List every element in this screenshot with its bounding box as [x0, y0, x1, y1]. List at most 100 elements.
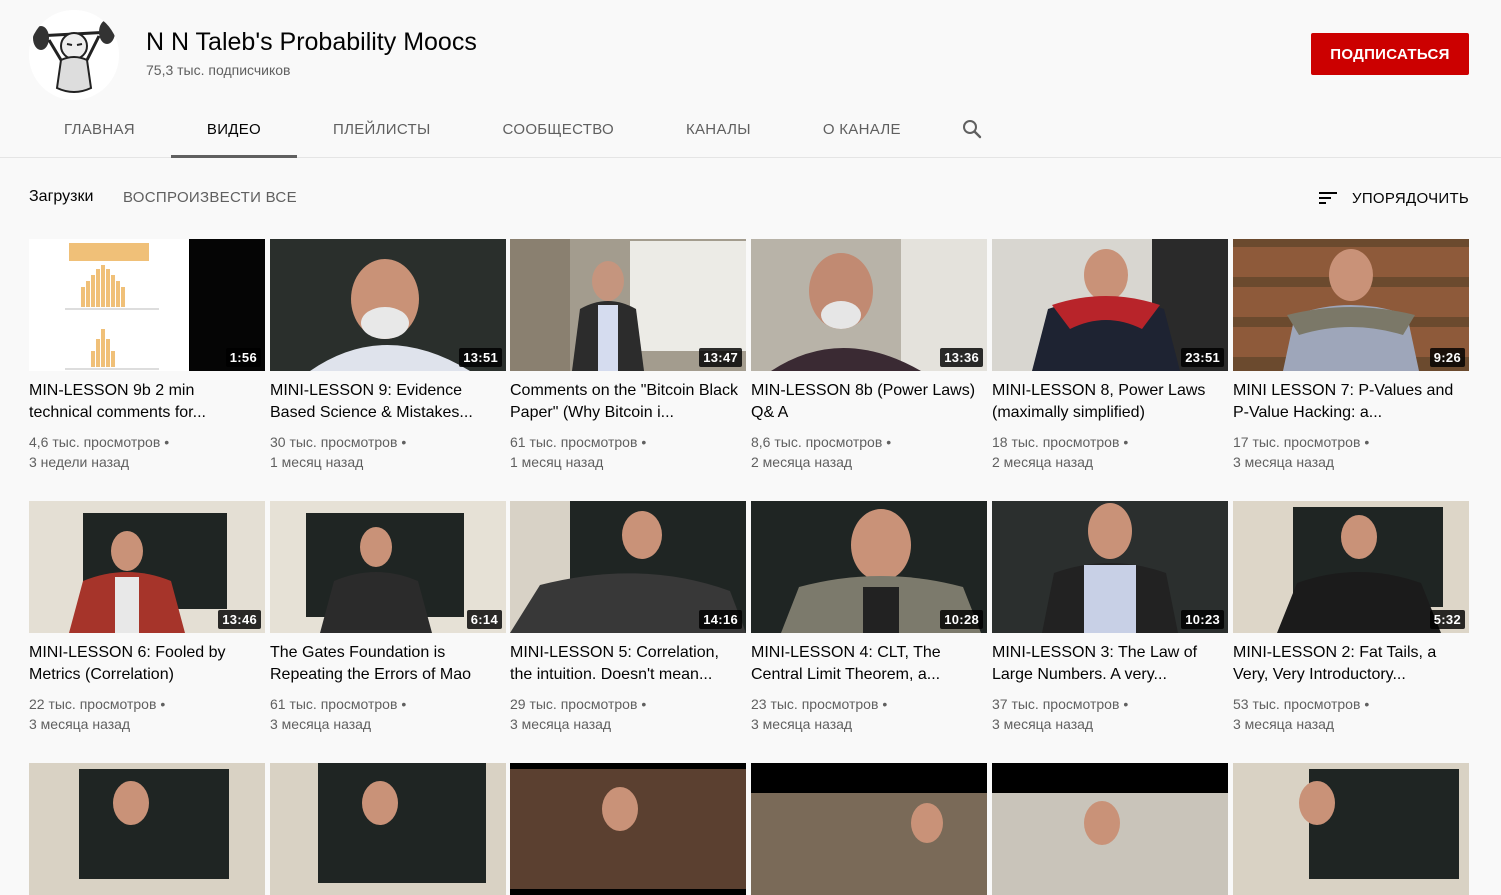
video-meta: 30 тыс. просмотров • 1 месяц назад — [270, 432, 506, 472]
separator-dot: • — [882, 696, 888, 712]
video-views: 8,6 тыс. просмотров — [751, 434, 883, 450]
channel-header: N N Taleb's Probability Moocs 75,3 тыс. … — [0, 0, 1501, 158]
video-card[interactable] — [992, 763, 1228, 895]
lecturer-room-thumbnail — [992, 763, 1228, 895]
video-title[interactable]: MIN-LESSON 8b (Power Laws) Q& A — [751, 380, 987, 424]
channel-title: N N Taleb's Probability Moocs — [146, 28, 477, 56]
video-card[interactable] — [510, 763, 746, 895]
sort-button[interactable]: УПОРЯДОЧИТЬ — [1316, 186, 1469, 210]
tab-videos[interactable]: ВИДЕО — [170, 100, 298, 158]
video-duration: 13:46 — [218, 610, 261, 629]
video-thumbnail[interactable] — [29, 763, 265, 895]
video-thumbnail[interactable] — [1233, 763, 1469, 895]
tab-community[interactable]: СООБЩЕСТВО — [467, 100, 650, 158]
lecturer-room-thumbnail — [751, 763, 987, 895]
channel-search-button[interactable] — [937, 100, 1007, 158]
search-icon — [962, 120, 982, 139]
video-title[interactable]: MINI LESSON 7: P-Values and P-Value Hack… — [1233, 380, 1469, 424]
video-card[interactable]: 13:47 Comments on the "Bitcoin Black Pap… — [510, 239, 746, 472]
video-views: 37 тыс. просмотров — [992, 696, 1120, 712]
tab-playlists[interactable]: ПЛЕЙЛИСТЫ — [297, 100, 467, 158]
video-card[interactable]: 1:56 MIN-LESSON 9b 2 min technical comme… — [29, 239, 265, 472]
video-views: 18 тыс. просмотров — [992, 434, 1120, 450]
video-meta: 17 тыс. просмотров • 3 месяца назад — [1233, 432, 1469, 472]
video-thumbnail[interactable] — [510, 763, 746, 895]
separator-dot: • — [641, 696, 647, 712]
video-thumbnail[interactable]: 5:32 — [1233, 501, 1469, 633]
video-title[interactable]: MINI-LESSON 2: Fat Tails, a Very, Very I… — [1233, 642, 1469, 686]
separator-dot: • — [401, 434, 407, 450]
video-meta: 37 тыс. просмотров • 3 месяца назад — [992, 694, 1228, 734]
separator-dot: • — [164, 434, 170, 450]
video-thumbnail[interactable]: 10:28 — [751, 501, 987, 633]
video-thumbnail[interactable]: 6:14 — [270, 501, 506, 633]
subscribe-button[interactable]: ПОДПИСАТЬСЯ — [1311, 33, 1469, 75]
separator-dot: • — [1123, 696, 1129, 712]
video-thumbnail[interactable]: 13:36 — [751, 239, 987, 371]
channel-avatar[interactable] — [29, 10, 119, 100]
video-card[interactable] — [270, 763, 506, 895]
video-views: 4,6 тыс. просмотров — [29, 434, 161, 450]
video-card[interactable]: 13:36 MIN-LESSON 8b (Power Laws) Q& A 8,… — [751, 239, 987, 472]
video-thumbnail[interactable] — [751, 763, 987, 895]
video-title[interactable]: MINI-LESSON 3: The Law of Large Numbers.… — [992, 642, 1228, 686]
video-thumbnail[interactable]: 23:51 — [992, 239, 1228, 371]
video-thumbnail[interactable] — [992, 763, 1228, 895]
video-card[interactable]: 23:51 MINI-LESSON 8, Power Laws (maximal… — [992, 239, 1228, 472]
separator-dot: • — [1364, 696, 1370, 712]
weightlifter-caricature-icon — [29, 10, 119, 100]
video-thumbnail[interactable]: 10:23 — [992, 501, 1228, 633]
video-card[interactable]: 10:23 MINI-LESSON 3: The Law of Large Nu… — [992, 501, 1228, 734]
video-card[interactable]: 13:51 MINI-LESSON 9: Evidence Based Scie… — [270, 239, 506, 472]
video-card[interactable]: 14:16 MINI-LESSON 5: Correlation, the in… — [510, 501, 746, 734]
video-thumbnail[interactable] — [270, 763, 506, 895]
video-thumbnail[interactable]: 1:56 — [29, 239, 265, 371]
video-thumbnail[interactable]: 13:46 — [29, 501, 265, 633]
video-card[interactable] — [1233, 763, 1469, 895]
separator-dot: • — [401, 696, 407, 712]
video-meta: 22 тыс. просмотров • 3 месяца назад — [29, 694, 265, 734]
tab-channels[interactable]: КАНАЛЫ — [650, 100, 787, 158]
video-card[interactable] — [751, 763, 987, 895]
video-card[interactable] — [29, 763, 265, 895]
video-title[interactable]: The Gates Foundation is Repeating the Er… — [270, 642, 506, 686]
video-card[interactable]: 9:26 MINI LESSON 7: P-Values and P-Value… — [1233, 239, 1469, 472]
video-card[interactable]: 5:32 MINI-LESSON 2: Fat Tails, a Very, V… — [1233, 501, 1469, 734]
video-title[interactable]: MINI-LESSON 8, Power Laws (maximally sim… — [992, 380, 1228, 424]
play-all-button[interactable]: ВОСПРОИЗВЕСТИ ВСЕ — [123, 189, 297, 206]
video-age: 3 месяца назад — [29, 716, 131, 732]
video-title[interactable]: MINI-LESSON 5: Correlation, the intuitio… — [510, 642, 746, 686]
tab-home[interactable]: ГЛАВНАЯ — [28, 100, 171, 158]
video-card[interactable]: 13:46 MINI-LESSON 6: Fooled by Metrics (… — [29, 501, 265, 734]
video-title[interactable]: MINI-LESSON 4: CLT, The Central Limit Th… — [751, 642, 987, 686]
video-thumbnail[interactable]: 14:16 — [510, 501, 746, 633]
video-age: 2 месяца назад — [751, 454, 853, 470]
video-title[interactable]: Comments on the "Bitcoin Black Paper" (W… — [510, 380, 746, 424]
video-thumbnail[interactable]: 9:26 — [1233, 239, 1469, 371]
video-title[interactable]: MINI-LESSON 6: Fooled by Metrics (Correl… — [29, 642, 265, 686]
video-views: 23 тыс. просмотров — [751, 696, 879, 712]
video-views: 22 тыс. просмотров — [29, 696, 157, 712]
subscriber-count: 75,3 тыс. подписчиков — [146, 62, 291, 78]
video-thumbnail[interactable]: 13:51 — [270, 239, 506, 371]
video-age: 1 месяц назад — [510, 454, 604, 470]
video-thumbnail[interactable]: 13:47 — [510, 239, 746, 371]
lecturer-diagram-blackboard-thumbnail — [270, 763, 506, 895]
video-card[interactable]: 10:28 MINI-LESSON 4: CLT, The Central Li… — [751, 501, 987, 734]
video-age: 3 месяца назад — [751, 716, 853, 732]
videos-content: Загрузки ВОСПРОИЗВЕСТИ ВСЕ УПОРЯДОЧИТЬ 1… — [0, 158, 1501, 895]
video-duration: 14:16 — [699, 610, 742, 629]
video-views: 29 тыс. просмотров — [510, 696, 638, 712]
lecturer-blackboard-thumbnail — [29, 763, 265, 895]
video-card[interactable]: 6:14 The Gates Foundation is Repeating t… — [270, 501, 506, 734]
video-title[interactable]: MIN-LESSON 9b 2 min technical comments f… — [29, 380, 265, 424]
lecturer-bookshelf-thumbnail — [510, 763, 746, 895]
video-age: 1 месяц назад — [270, 454, 364, 470]
video-title[interactable]: MINI-LESSON 9: Evidence Based Science & … — [270, 380, 506, 424]
channel-tabs: ГЛАВНАЯ ВИДЕО ПЛЕЙЛИСТЫ СООБЩЕСТВО КАНАЛ… — [28, 100, 1007, 158]
video-age: 2 месяца назад — [992, 454, 1094, 470]
video-views: 53 тыс. просмотров — [1233, 696, 1361, 712]
tab-about[interactable]: О КАНАЛЕ — [787, 100, 937, 158]
video-meta: 18 тыс. просмотров • 2 месяца назад — [992, 432, 1228, 472]
separator-dot: • — [1364, 434, 1370, 450]
